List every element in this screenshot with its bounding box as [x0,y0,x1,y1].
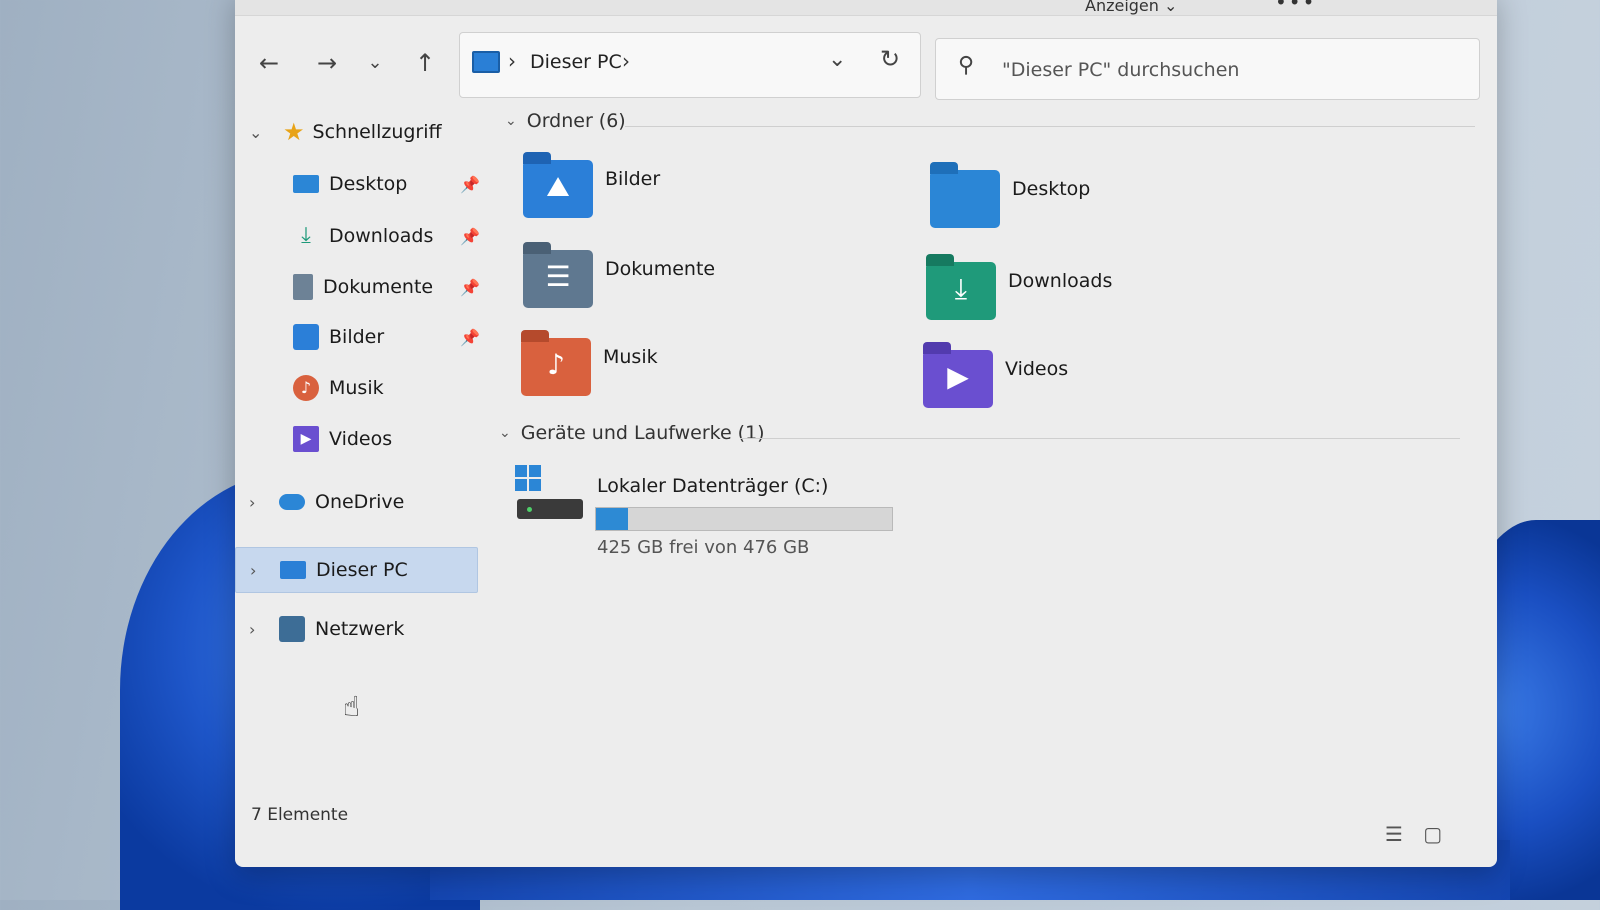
command-bar: Anzeigen ⌄ ••• [235,0,1497,16]
chevron-right-icon[interactable]: › [249,620,255,639]
pictures-folder-icon: ⛰ [523,152,593,218]
file-explorer-window: Anzeigen ⌄ ••• ← → ⌄ ↑ › Dieser PC › ⌄ ↻… [235,0,1497,867]
group-header-label: Geräte und Laufwerke (1) [520,422,765,444]
drive-free-space: 425 GB frei von 476 GB [597,537,810,558]
up-button[interactable]: ↑ [407,45,443,81]
chevron-down-icon[interactable]: ⌄ [499,425,511,441]
search-placeholder: "Dieser PC" durchsuchen [1002,59,1240,81]
pin-icon[interactable]: 📌 [460,175,480,194]
group-header-drives[interactable]: ⌄ Geräte und Laufwerke (1) [499,422,765,444]
search-input[interactable]: ⚲ "Dieser PC" durchsuchen [935,38,1480,100]
tiles-view-icon[interactable]: ▢ [1423,822,1442,846]
search-icon: ⚲ [958,53,975,78]
sidebar-item-label: Netzwerk [315,618,405,640]
music-icon: ♪ [293,375,319,401]
group-header-label: Ordner (6) [526,110,626,132]
recent-locations-button[interactable]: ⌄ [357,45,393,81]
mouse-cursor-icon: ☝ [343,690,361,723]
folder-label: Musik [603,346,658,368]
status-item-count: 7 Elemente [251,805,349,825]
sidebar-item-music[interactable]: ♪ Musik [293,366,384,410]
pin-icon[interactable]: 📌 [460,278,480,297]
sidebar-item-label: Bilder [329,326,385,348]
drive-usage-bar [595,507,893,531]
document-icon [293,274,313,300]
folder-label: Videos [1005,358,1069,380]
chevron-down-icon[interactable]: ⌄ [505,113,517,129]
sidebar-item-network[interactable]: › Netzwerk [249,607,405,651]
group-divider [740,438,1460,439]
folder-item-desktop[interactable]: Desktop [930,162,1230,250]
pin-icon[interactable]: 📌 [460,227,480,246]
pin-icon[interactable]: 📌 [460,328,480,347]
drive-label: Lokaler Datenträger (C:) [597,475,829,497]
view-toggle-group: ☰ ▢ [1385,822,1442,846]
breadcrumb-this-pc[interactable]: Dieser PC [530,51,622,73]
folder-label: Bilder [605,168,661,190]
folder-item-music[interactable]: ♪ Musik [521,330,821,418]
chevron-down-icon[interactable]: ⌄ [828,47,846,72]
navigation-pane: ⌄ ★ Schnellzugriff Desktop 📌 ⤓ Downloads… [235,115,480,815]
content-pane: ⌄ Ordner (6) ⛰ Bilder Desktop ☰ Dokument… [495,110,1485,810]
folder-item-documents[interactable]: ☰ Dokumente [523,242,823,330]
sidebar-item-onedrive[interactable]: › OneDrive [249,480,405,524]
folder-item-pictures[interactable]: ⛰ Bilder [523,152,823,240]
address-bar[interactable]: › Dieser PC › ⌄ ↻ [459,32,921,98]
sidebar-item-desktop[interactable]: Desktop [293,162,407,206]
sidebar-item-videos[interactable]: ▶ Videos [293,417,392,461]
group-divider [625,126,1475,127]
sidebar-item-label: Dokumente [323,276,434,298]
sidebar-item-label: Videos [329,428,393,450]
video-icon: ▶ [293,426,319,452]
music-folder-icon: ♪ [521,330,591,396]
folder-item-downloads[interactable]: ⤓ Downloads [926,254,1226,342]
sidebar-item-this-pc[interactable]: › Dieser PC [235,547,478,593]
forward-button[interactable]: → [309,45,345,81]
sidebar-item-documents[interactable]: Dokumente [293,265,433,309]
sidebar-item-label: Desktop [329,173,408,195]
drive-item-c[interactable]: Lokaler Datenträger (C:) 425 GB frei von… [515,465,935,565]
sidebar-item-label: OneDrive [315,491,405,513]
chevron-right-icon[interactable]: › [250,561,256,580]
sidebar-item-label: Downloads [329,225,434,247]
folder-label: Dokumente [605,258,716,280]
view-menu-button[interactable]: Anzeigen ⌄ [1085,0,1177,15]
folder-label: Downloads [1008,270,1113,292]
star-icon: ★ [283,118,305,146]
folder-item-videos[interactable]: ▶ Videos [923,342,1223,430]
videos-folder-icon: ▶ [923,342,993,408]
drive-usage-fill [596,508,628,530]
chevron-down-icon[interactable]: ⌄ [249,123,262,142]
download-arrow-icon: ⤓ [301,223,311,248]
hard-drive-icon [515,465,585,525]
documents-folder-icon: ☰ [523,242,593,308]
computer-icon [280,561,306,579]
network-icon [279,616,305,642]
group-header-folders[interactable]: ⌄ Ordner (6) [505,110,626,132]
desktop-folder-icon [930,162,1000,228]
pictures-icon [293,324,319,350]
refresh-icon[interactable]: ↻ [880,45,900,73]
breadcrumb-separator: › [508,49,516,73]
computer-icon [472,51,500,73]
sidebar-item-label: Musik [329,377,384,399]
more-options-button[interactable]: ••• [1275,0,1316,14]
details-view-icon[interactable]: ☰ [1385,822,1403,846]
sidebar-item-downloads[interactable]: ⤓ Downloads [293,214,433,258]
sidebar-item-label: Schnellzugriff [312,121,442,143]
breadcrumb-separator[interactable]: › [622,49,630,73]
folder-label: Desktop [1012,178,1091,200]
downloads-folder-icon: ⤓ [926,254,996,320]
chevron-right-icon[interactable]: › [249,493,255,512]
sidebar-item-quick-access[interactable]: ⌄ ★ Schnellzugriff [249,110,442,154]
back-button[interactable]: ← [251,45,287,81]
cloud-icon [279,494,305,510]
sidebar-item-label: Dieser PC [316,559,408,581]
sidebar-item-pictures[interactable]: Bilder [293,315,384,359]
desktop-icon [293,175,319,193]
